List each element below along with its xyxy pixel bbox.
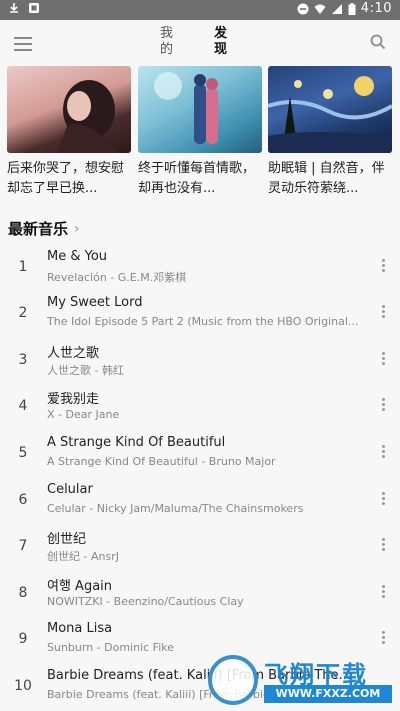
more-options-icon[interactable] (380, 259, 386, 275)
song-title: Me & You (47, 249, 108, 264)
song-row[interactable]: 7 创世纪 创世纪 - AnsrJ (0, 524, 400, 570)
section-title: 最新音乐 (8, 220, 69, 238)
more-options-icon[interactable] (380, 631, 386, 647)
song-title: A Strange Kind Of Beautiful (47, 435, 226, 450)
song-subtitle: NOWITZKI - Beenzino/Cautious Clay (47, 595, 244, 608)
status-time: 4:10 (360, 1, 392, 16)
song-title: 爱我别走 (47, 392, 100, 407)
playlist-cover (138, 66, 262, 153)
tab-discover[interactable]: 发现 (214, 26, 228, 58)
playlist-title: 助眠辑 | 自然音，伴灵动乐符萦绕... (268, 161, 385, 196)
song-rank: 6 (18, 492, 28, 508)
song-title: Mona Lisa (47, 621, 113, 636)
wifi-icon (314, 4, 326, 14)
playlist-card[interactable]: 后来你哭了，想安慰却忘了早已换... (7, 66, 131, 199)
song-row[interactable]: 4 爱我别走 X - Dear Jane (0, 384, 400, 430)
more-options-icon[interactable] (380, 538, 386, 554)
notification-icon (29, 3, 39, 13)
song-subtitle: X - Dear Jane (47, 408, 120, 421)
watermark-logo-icon (208, 655, 258, 705)
playlist-cover (268, 66, 392, 153)
more-options-icon[interactable] (380, 305, 386, 321)
status-bar: 4:10 (0, 0, 400, 20)
more-options-icon[interactable] (380, 585, 386, 601)
song-rank: 5 (18, 445, 28, 461)
playlist-title: 终于听懂每首情歌，却再也没有... (138, 161, 256, 196)
song-subtitle: Revelación - G.E.M.邓紫棋 (47, 271, 187, 284)
song-subtitle: A Strange Kind Of Beautiful - Bruno Majo… (47, 455, 276, 468)
playlist-cards: 后来你哭了，想安慰却忘了早已换... 终于听懂每首情歌，却再也没有... 助眠辑… (0, 66, 400, 206)
song-rank: 9 (18, 631, 28, 647)
song-subtitle: 创世纪 - AnsrJ (47, 550, 119, 563)
song-subtitle: The Idol Episode 5 Part 2 (Music from th… (47, 315, 359, 328)
song-row[interactable]: 6 Celular Celular - Nicky Jam/Maluma/The… (0, 478, 400, 524)
battery-icon (348, 2, 356, 15)
site-watermark: 飞翔下载 WWW.FXXZ.COM (208, 653, 394, 705)
song-row[interactable]: 3 人世之歌 人世之歌 - 韩红 (0, 338, 400, 384)
song-title: My Sweet Lord (47, 295, 143, 310)
couple-illustration-image (154, 72, 218, 144)
playlist-title: 后来你哭了，想安慰却忘了早已换... (7, 161, 125, 196)
more-options-icon[interactable] (380, 352, 386, 368)
song-title: 여행 Again (47, 579, 113, 594)
song-row[interactable]: 5 A Strange Kind Of Beautiful A Strange … (0, 431, 400, 477)
app-bar: 我的 发现 (0, 20, 400, 66)
song-title: Celular (47, 482, 93, 497)
more-options-icon[interactable] (380, 445, 386, 461)
tab-mine[interactable]: 我的 (160, 26, 174, 58)
download-icon (10, 3, 18, 13)
starry-night-image (268, 76, 392, 153)
song-rank: 1 (18, 259, 28, 275)
song-row[interactable]: 8 여행 Again NOWITZKI - Beenzino/Cautious … (0, 571, 400, 617)
song-subtitle: 人世之歌 - 韩红 (47, 364, 124, 377)
search-icon[interactable] (370, 34, 386, 50)
song-rank: 10 (14, 678, 32, 694)
menu-icon[interactable] (14, 37, 32, 51)
song-title: 创世纪 (47, 532, 87, 547)
song-rank: 2 (18, 305, 28, 321)
more-options-icon[interactable] (380, 492, 386, 508)
song-subtitle: Celular - Nicky Jam/Maluma/The Chainsmok… (47, 502, 304, 515)
chevron-right-icon: › (74, 220, 80, 237)
song-title: 人世之歌 (47, 346, 100, 361)
playlist-card[interactable]: 助眠辑 | 自然音，伴灵动乐符萦绕... (268, 66, 392, 199)
song-rank: 8 (18, 585, 28, 601)
watermark-url: WWW.FXXZ.COM (264, 685, 392, 703)
song-rank: 4 (18, 398, 28, 414)
do-not-disturb-icon (297, 3, 309, 14)
playlist-cover (7, 66, 131, 153)
song-row[interactable]: 1 Me & You Revelación - G.E.M.邓紫棋 (0, 245, 400, 291)
song-row[interactable]: 2 My Sweet Lord The Idol Episode 5 Part … (0, 291, 400, 337)
signal-icon (331, 3, 342, 14)
song-rank: 7 (18, 538, 28, 554)
playlist-card[interactable]: 终于听懂每首情歌，却再也没有... (138, 66, 262, 199)
song-rank: 3 (18, 352, 28, 368)
more-options-icon[interactable] (380, 398, 386, 414)
girl-portrait-image (57, 80, 117, 153)
new-music-header[interactable]: 最新音乐 › (8, 218, 80, 239)
